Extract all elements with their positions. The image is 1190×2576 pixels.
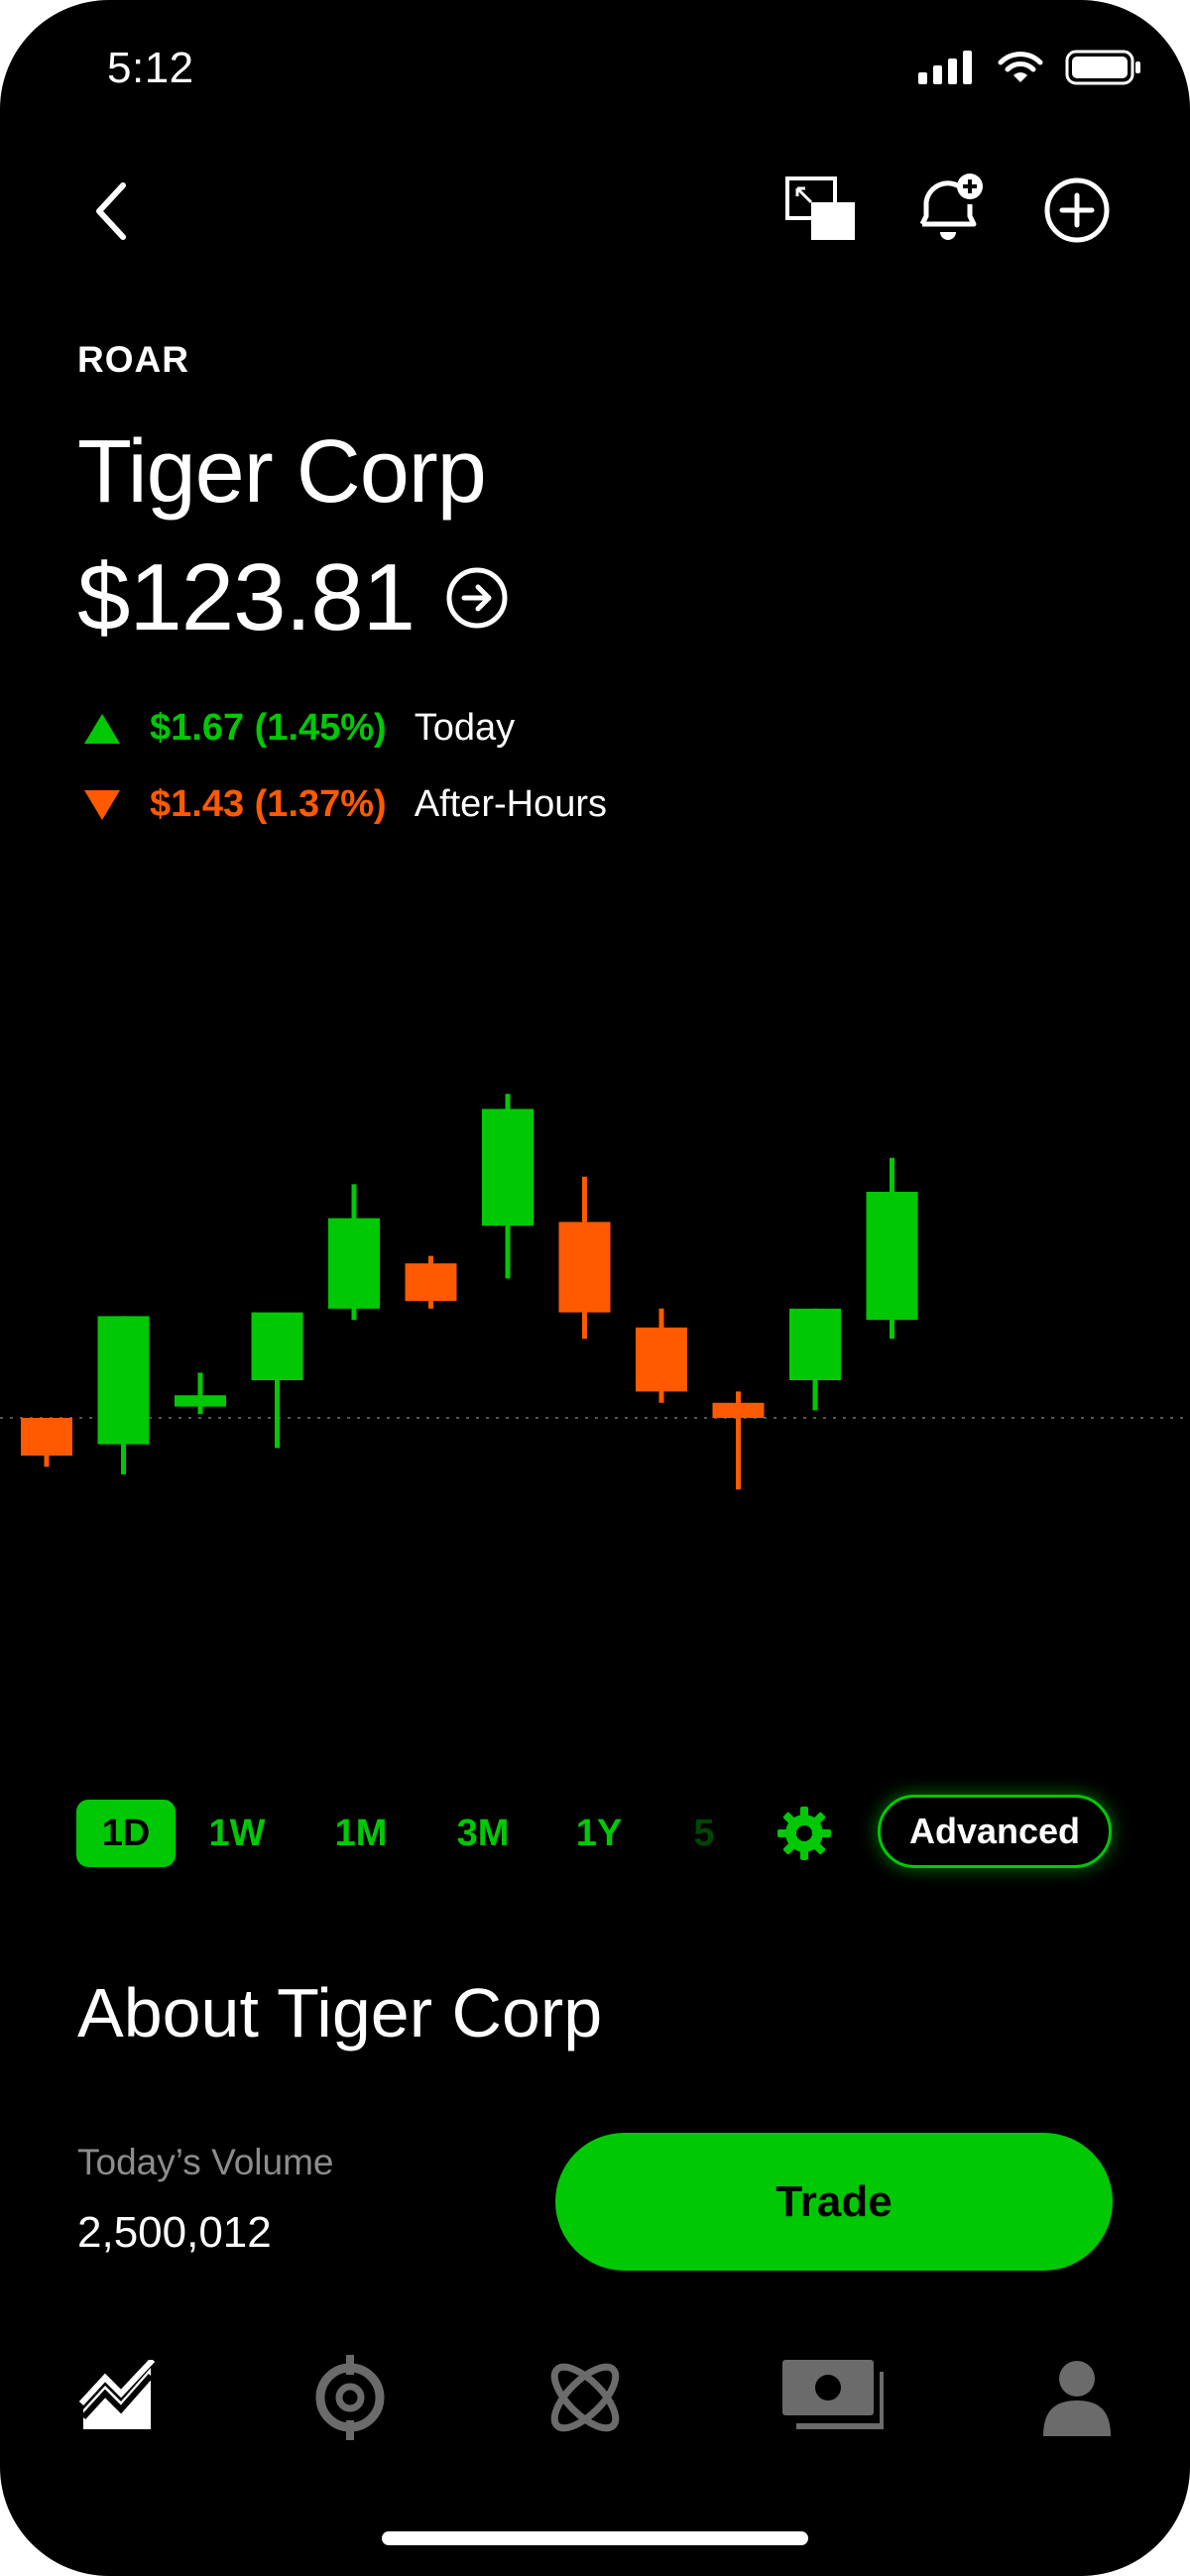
status-icons: [916, 50, 1142, 85]
back-button[interactable]: [81, 176, 141, 246]
tab-account[interactable]: [1041, 2359, 1113, 2441]
candle-body: [175, 1395, 226, 1407]
tab-investing[interactable]: [77, 2357, 157, 2440]
candle-body: [328, 1218, 380, 1309]
candle-body: [789, 1308, 841, 1380]
atom-icon: [550, 2363, 620, 2431]
candle-body: [712, 1402, 765, 1418]
add-to-list-button[interactable]: [1041, 175, 1113, 246]
candle-body: [251, 1312, 303, 1380]
crypto-coin-icon: [315, 2354, 385, 2440]
picture-in-picture-button[interactable]: [781, 174, 861, 245]
range-button-1w[interactable]: 1W: [187, 1800, 287, 1867]
company-name: Tiger Corp: [77, 422, 487, 522]
candle-1: [21, 1418, 72, 1467]
candle-4: [251, 1312, 303, 1449]
candle-body: [97, 1316, 150, 1445]
home-indicator: [382, 2531, 808, 2545]
gear-icon: [777, 1807, 831, 1860]
volume-label: Today’s Volume: [77, 2142, 334, 2182]
candle-body: [21, 1418, 72, 1456]
volume-value: 2,500,012: [77, 2208, 272, 2257]
app-screen: 5:12 ROAR Tiger Corp $123.81 $1.67 (1.45…: [0, 0, 1190, 2576]
chart-line-icon: [78, 2357, 156, 2429]
trade-button[interactable]: Trade: [555, 2133, 1113, 2271]
range-button-3m[interactable]: 3M: [433, 1800, 533, 1867]
signal-icon: [918, 51, 972, 84]
advanced-chart-button[interactable]: Advanced: [878, 1795, 1112, 1868]
tab-cash[interactable]: [782, 2358, 886, 2442]
candle-8: [558, 1176, 611, 1340]
candle-10: [712, 1391, 765, 1490]
range-button-1d[interactable]: 1D: [76, 1800, 176, 1867]
candlestick-chart[interactable]: [0, 1071, 1190, 1586]
up-triangle-icon: [84, 713, 120, 744]
candle-5: [328, 1184, 380, 1321]
range-button-1y[interactable]: 1Y: [549, 1800, 649, 1867]
battery-icon: [1065, 50, 1140, 85]
tab-crypto[interactable]: [312, 2354, 388, 2445]
cash-icon: [782, 2359, 885, 2429]
candle-body: [558, 1222, 611, 1313]
afterhours-change-value: $1.43 (1.37%): [150, 783, 387, 825]
candle-7: [482, 1094, 534, 1279]
range-button-5y[interactable]: 5: [679, 1800, 729, 1867]
bottom-tab-bar: [0, 2340, 1190, 2459]
candle-11: [789, 1308, 841, 1411]
ticker-symbol: ROAR: [77, 339, 189, 380]
range-button-1m[interactable]: 1M: [311, 1800, 411, 1867]
candle-body: [636, 1327, 687, 1392]
current-price: $123.81: [77, 544, 416, 650]
afterhours-change-label: After-Hours: [414, 783, 607, 825]
candle-body: [482, 1109, 534, 1227]
candle-3: [175, 1372, 226, 1415]
bell-plus-icon: [919, 174, 983, 240]
today-change-value: $1.67 (1.45%): [150, 707, 387, 749]
chevron-left-icon: [96, 182, 126, 240]
chart-settings-button[interactable]: [775, 1805, 833, 1862]
afterhours-change-row: $1.43 (1.37%) After-Hours: [84, 783, 607, 826]
candle-body: [405, 1263, 457, 1302]
wifi-icon: [998, 52, 1043, 82]
candle-9: [636, 1308, 687, 1403]
range-selector: 1D 1W 1M 3M 1Y 5 Advanced: [76, 1795, 1147, 1872]
about-heading: About Tiger Corp: [77, 1974, 603, 2051]
today-change-row: $1.67 (1.45%) Today: [84, 707, 515, 750]
arrow-right-circle-icon[interactable]: [444, 565, 510, 631]
plus-circle-icon: [1044, 177, 1110, 243]
tab-explore[interactable]: [542, 2355, 628, 2445]
candle-body: [866, 1192, 918, 1321]
price-row: $123.81: [77, 543, 510, 652]
picture-in-picture-icon: [785, 176, 855, 240]
candle-12: [866, 1157, 918, 1340]
add-alert-button[interactable]: [912, 171, 988, 246]
candle-6: [405, 1255, 457, 1309]
status-time: 5:12: [107, 44, 194, 92]
candle-2: [97, 1316, 150, 1474]
down-triangle-icon: [84, 789, 120, 820]
today-change-label: Today: [414, 707, 516, 749]
person-icon: [1042, 2360, 1111, 2436]
